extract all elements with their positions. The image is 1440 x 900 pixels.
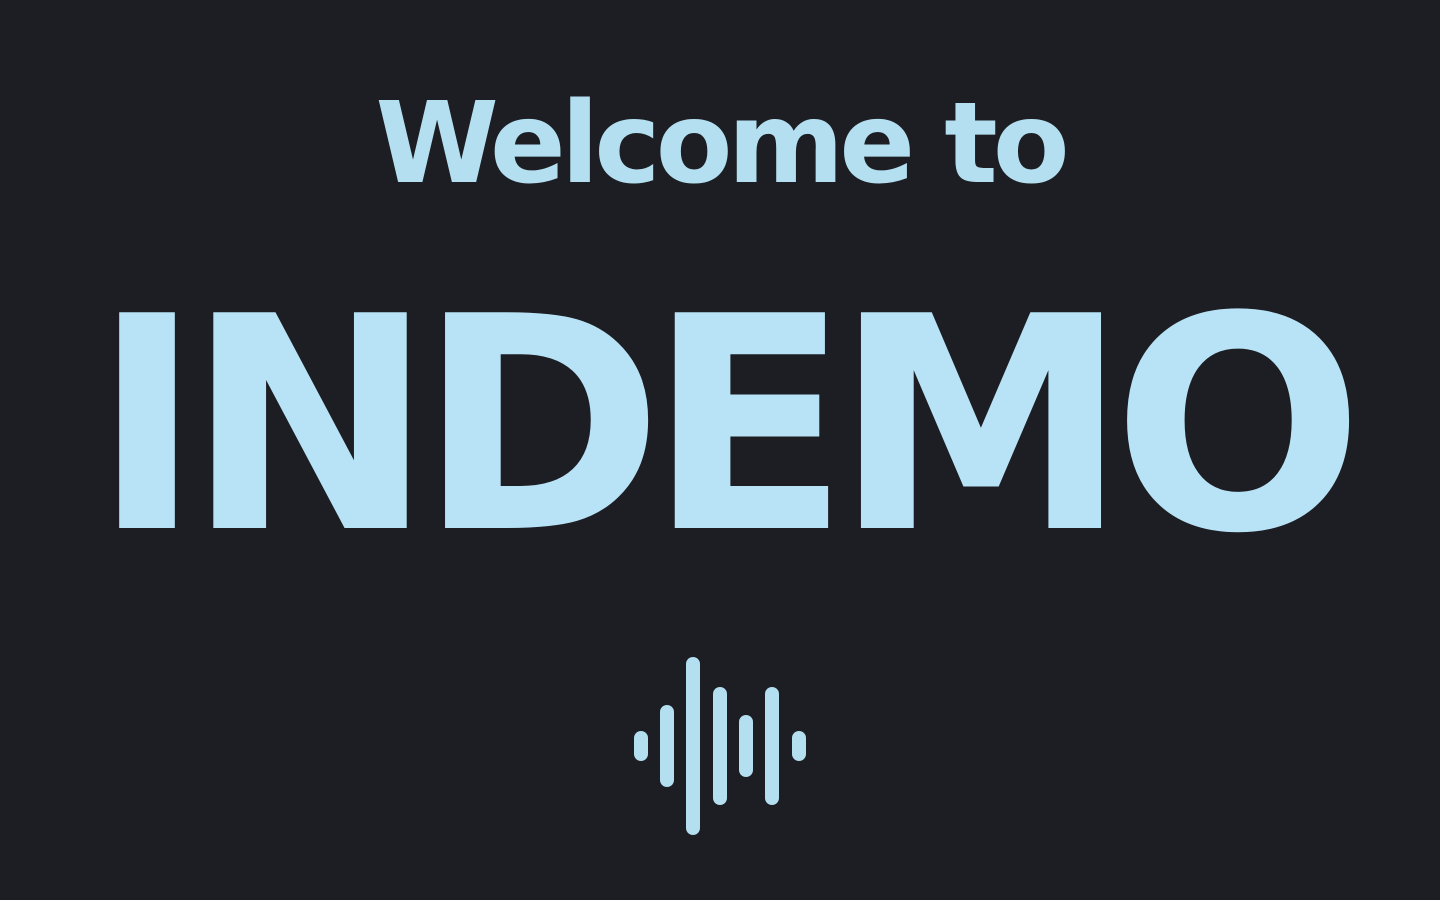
- brand-title: INDEMO: [92, 253, 1364, 598]
- audio-waveform-icon: [634, 657, 806, 835]
- welcome-screen: Welcome to INDEMO: [0, 0, 1440, 900]
- welcome-heading: Welcome to: [375, 79, 1069, 209]
